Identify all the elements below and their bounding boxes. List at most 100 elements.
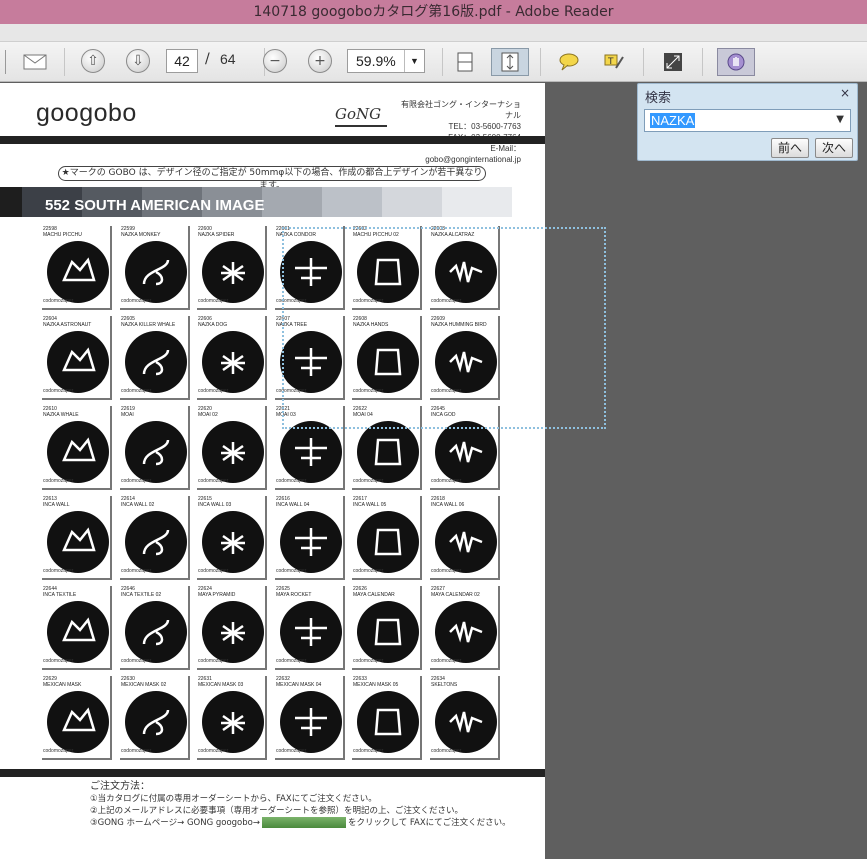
comment-button[interactable] [556,51,582,73]
gobo-image [125,421,187,483]
gobo-name: MOAI 02 [198,412,218,418]
order-line-3-suffix: をクリックして FAXにてご注文ください。 [347,818,511,828]
gobo-card: 22633 MEXICAN MASK 05 codomozaper [352,676,422,760]
gobo-card: 22604 NAZKA ASTRONAUT codomozaper [42,316,112,400]
gobo-card: 22599 NAZKA MONKEY codomozaper [120,226,190,310]
zoom-select[interactable]: 59.9% ▼ [347,49,425,73]
gobo-name: INCA WALL 06 [431,502,465,508]
total-pages: 64 [220,51,236,67]
gobo-name: MAYA PYRAMID [198,592,236,598]
gobo-card: 22613 INCA WALL codomozaper [42,496,112,580]
gobo-maker: codomozaper [353,478,384,484]
toolbar-separator [702,48,703,76]
gobo-name: MEXICAN MASK 05 [353,682,399,688]
next-page-button[interactable]: ⇩ [126,49,150,73]
hand-icon [727,53,745,71]
gobo-name: SKELTONS [431,682,458,688]
zoom-out-button[interactable]: − [263,49,287,73]
hand-tool-button[interactable] [717,48,755,76]
gobo-maker: codomozaper [121,748,152,754]
gobo-maker: codomozaper [198,658,229,664]
gobo-card: 22619 MOAI codomozaper [120,406,190,490]
gobo-image [280,511,342,573]
search-title: 検索 [645,91,672,106]
toolbar-separator [643,48,644,76]
close-icon[interactable]: × [840,86,850,100]
gobo-image [435,421,497,483]
gobo-name: MAYA CALENDAR [353,592,395,598]
gobo-name: INCA WALL 03 [198,502,232,508]
gobo-name: INCA WALL [43,502,70,508]
order-line-3-text: ③GONG ホームページ→ GONG googobo→ [90,818,260,828]
gobo-name: NAZKA MONKEY [121,232,161,238]
search-input[interactable]: NAZKA ▼ [644,109,851,132]
gobo-maker: codomozaper [43,298,74,304]
gobo-card: 22632 MEXICAN MASK 04 codomozaper [275,676,345,760]
gobo-card: 22598 MACHU PICCHU codomozaper [42,226,112,310]
gobo-image [125,511,187,573]
gobo-maker: codomozaper [121,658,152,664]
company-name: 有限会社ゴング・インターナショナル [401,100,521,120]
gobo-image [280,421,342,483]
gobo-maker: codomozaper [431,748,462,754]
minus-icon: − [269,53,281,69]
plus-icon: + [314,53,326,69]
gobo-image [47,241,109,303]
googogo-logo: googobo [36,99,137,127]
header-rule [0,136,545,144]
gobo-card: 22617 INCA WALL 05 codomozaper [352,496,422,580]
tel: TEL：03-5600-7763 [448,122,522,131]
highlight-text-button[interactable]: T [601,51,627,73]
gobo-name: INCA WALL 04 [276,502,310,508]
zoom-in-button[interactable]: + [308,49,332,73]
gobo-card: 22600 NAZKA SPIDER codomozaper [197,226,267,310]
full-screen-button[interactable] [660,51,686,73]
gobo-name: NAZKA WHALE [43,412,79,418]
page-separator: / [205,51,210,67]
gobo-maker: codomozaper [43,658,74,664]
previous-page-button[interactable]: ⇧ [81,49,105,73]
gobo-card: 22626 MAYA CALENDAR codomozaper [352,586,422,670]
gobo-name: MEXICAN MASK 04 [276,682,322,688]
gobo-name: NAZKA DOG [198,322,228,328]
gobo-maker: codomozaper [431,478,462,484]
gobo-card: 22646 INCA TEXTILE 02 codomozaper [120,586,190,670]
chevron-down-icon[interactable]: ▼ [836,114,844,125]
gobo-name: NAZKA ASTRONAUT [43,322,92,328]
gobo-image [125,691,187,753]
gobo-name: MOAI [121,412,134,418]
gobo-name: MEXICAN MASK [43,682,82,688]
gobo-image [47,691,109,753]
page-number-input[interactable]: 42 [166,49,198,73]
menu-bar [0,24,867,42]
gobo-maker: codomozaper [121,478,152,484]
contact-info: 有限会社ゴング・インターナショナル TEL：03-5600-7763 FAX：0… [395,99,521,165]
arrow-down-icon: ⇩ [132,53,144,69]
gobo-image [202,601,264,663]
gobo-maker: codomozaper [198,748,229,754]
gobo-image [435,511,497,573]
next-result-button[interactable]: 次へ [815,138,853,158]
pdf-page[interactable]: googobo GoNG 有限会社ゴング・インターナショナル TEL：03-56… [0,83,545,859]
gobo-maker: codomozaper [353,568,384,574]
envelope-icon [23,54,47,70]
gobo-image [202,691,264,753]
chevron-down-icon[interactable]: ▼ [404,50,424,72]
gobo-maker: codomozaper [43,478,74,484]
gobo-maker: codomozaper [121,388,152,394]
email-button[interactable] [22,52,48,72]
gobo-maker: codomozaper [198,478,229,484]
fit-page-button[interactable] [491,48,529,76]
gobo-maker: codomozaper [198,298,229,304]
gobo-maker: codomozaper [198,568,229,574]
highlighter-icon: T [604,54,624,69]
gobo-image [47,421,109,483]
gobo-card: 22634 SKELTONS codomozaper [430,676,500,760]
gobo-image [202,241,264,303]
section-title: 552 SOUTH AMERICAN IMAGE [45,197,265,214]
previous-result-button[interactable]: 前へ [771,138,809,158]
gobo-card: 22618 INCA WALL 06 codomozaper [430,496,500,580]
scrolling-mode-button[interactable] [453,51,477,73]
gobo-maker: codomozaper [353,748,384,754]
gobo-card: 22616 INCA WALL 04 codomozaper [275,496,345,580]
